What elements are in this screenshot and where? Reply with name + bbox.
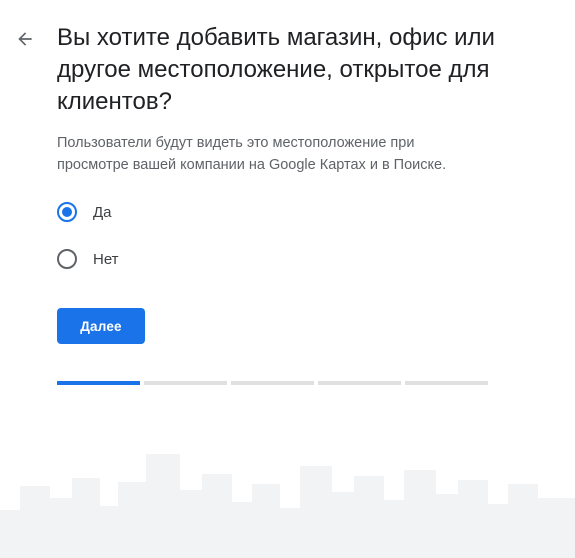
progress-step-2 <box>144 381 227 385</box>
city-skyline-illustration <box>0 454 575 558</box>
back-button[interactable] <box>12 26 38 52</box>
option-yes[interactable]: Да <box>57 200 497 224</box>
option-no[interactable]: Нет <box>57 247 497 271</box>
progress-step-5 <box>405 381 488 385</box>
arrow-left-icon <box>18 32 32 46</box>
answer-radio-group: Да Нет <box>57 200 497 271</box>
progress-step-1 <box>57 381 140 385</box>
progress-step-4 <box>318 381 401 385</box>
radio-no[interactable] <box>57 249 77 269</box>
progress-bar <box>57 381 488 385</box>
progress-step-3 <box>231 381 314 385</box>
radio-yes[interactable] <box>57 202 77 222</box>
onboarding-page: Вы хотите добавить магазин, офис или дру… <box>0 0 575 558</box>
question-card: Вы хотите добавить магазин, офис или дру… <box>57 22 497 344</box>
question-description: Пользователи будут видеть это местополож… <box>57 135 447 173</box>
next-button[interactable]: Далее <box>57 308 145 344</box>
option-no-label: Нет <box>93 250 119 268</box>
question-title: Вы хотите добавить магазин, офис или дру… <box>57 24 495 115</box>
option-yes-label: Да <box>93 203 112 221</box>
